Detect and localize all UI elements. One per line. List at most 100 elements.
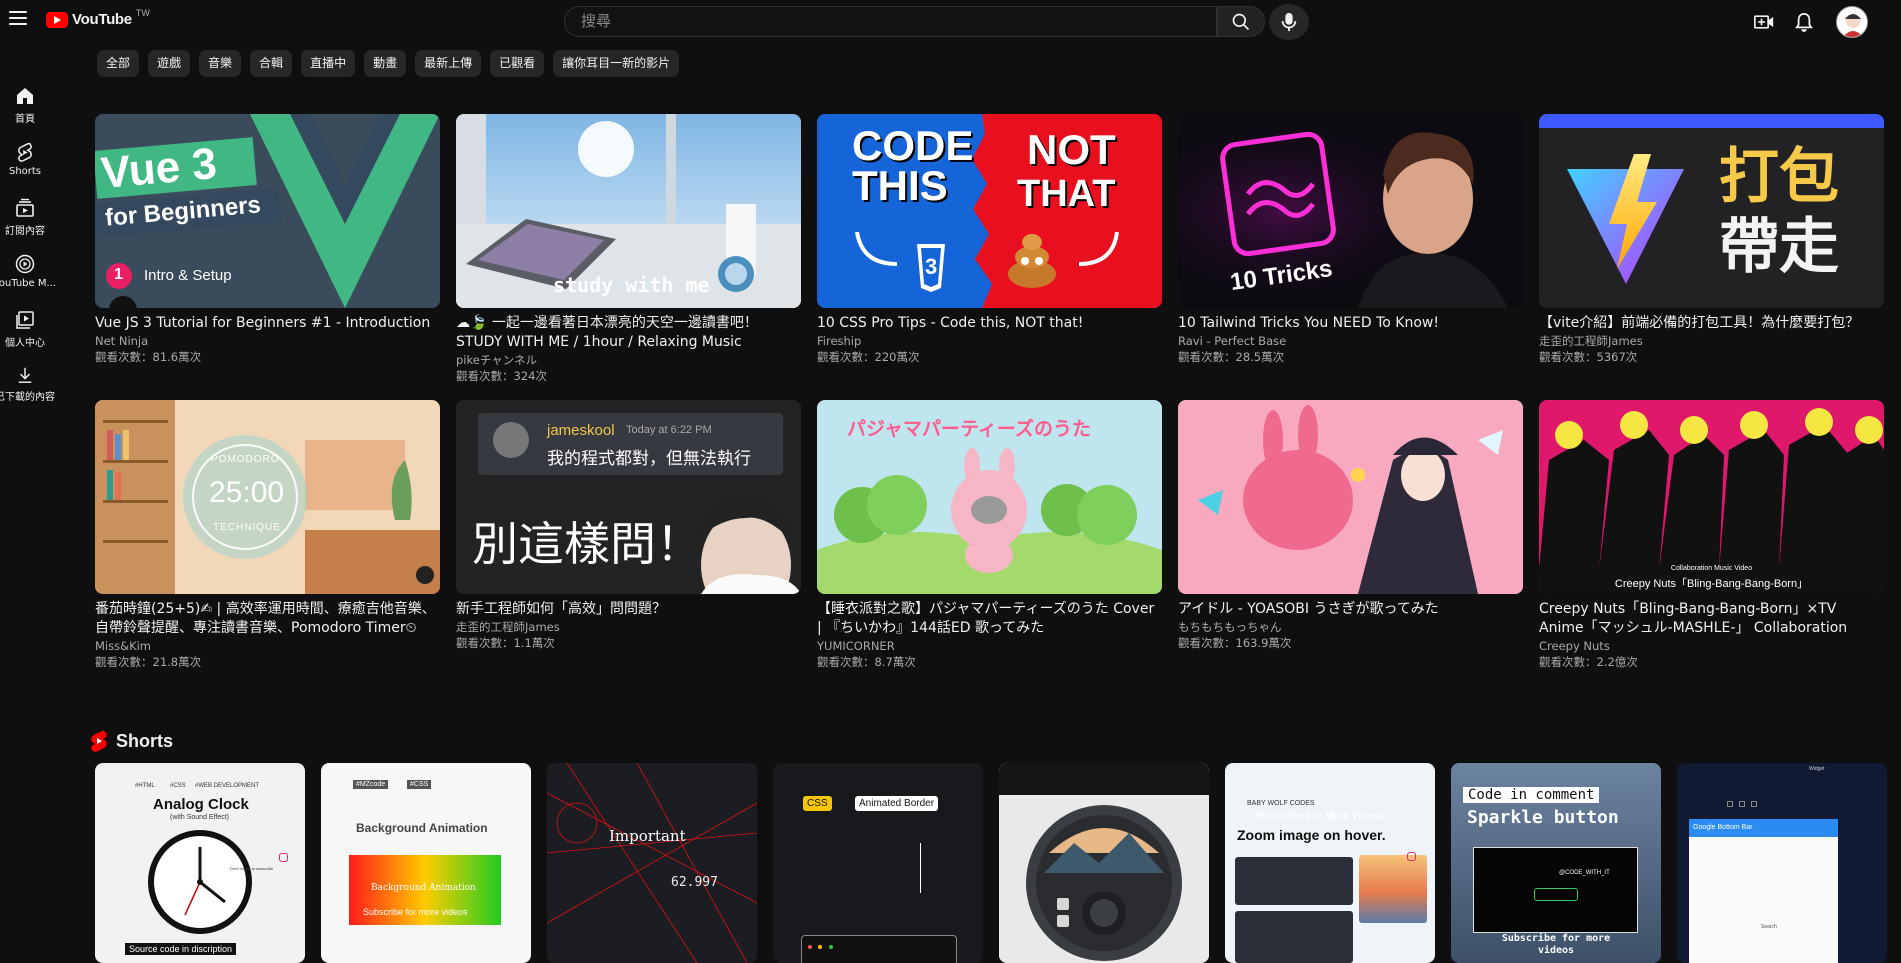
chip-mixes[interactable]: 合輯: [250, 50, 293, 77]
video-card[interactable]: study with me ☁🍃 一起一邊看著日本漂亮的天空一邊讀書吧！STUD…: [456, 114, 801, 384]
short-card[interactable]: Important 62.997: [547, 763, 757, 963]
video-card[interactable]: パジャマパーティーズのうた 【睡衣派對之歌】パジャマパーティーズのうた Cove…: [817, 400, 1162, 670]
thumbnail-text: TECHNIQUE: [213, 522, 281, 533]
chip-all[interactable]: 全部: [97, 50, 140, 77]
short-text: Zoom image on hover.: [1237, 827, 1386, 843]
video-card[interactable]: jameskool Today at 6:22 PM 我的程式都對，但無法執行 …: [456, 400, 801, 651]
voice-search-button[interactable]: [1269, 4, 1309, 40]
view-count: 觀看次數：8.7萬次: [817, 655, 916, 669]
app-bar: Google Bottom Bar: [1689, 819, 1838, 837]
channel-name[interactable]: もちもちもっちゃん: [1178, 619, 1523, 635]
short-card[interactable]: CSS Animated Border: [773, 763, 983, 963]
account-avatar[interactable]: [1836, 6, 1868, 38]
video-title[interactable]: アイドル - YOASOBI うさぎが歌ってみた: [1178, 600, 1523, 619]
channel-name[interactable]: Net Ninja: [95, 333, 440, 349]
video-thumbnail[interactable]: パジャマパーティーズのうた: [817, 400, 1162, 594]
menu-icon[interactable]: [8, 8, 28, 28]
video-thumbnail[interactable]: CODE THIS NOT THAT 3: [817, 114, 1162, 308]
view-count: 觀看次數：21.8萬次: [95, 655, 202, 669]
video-thumbnail[interactable]: POMODORO 25:00 TECHNIQUE: [95, 400, 440, 594]
chip-animation[interactable]: 動畫: [364, 50, 407, 77]
sidebar-item-library[interactable]: 個人中心: [0, 290, 50, 349]
search-input[interactable]: 搜尋: [564, 6, 1217, 37]
channel-name[interactable]: 走歪的工程師James: [1539, 333, 1884, 349]
video-title[interactable]: 【睡衣派對之歌】パジャマパーティーズのうた Cover | 『ちいかわ』144話…: [817, 600, 1162, 638]
channel-name[interactable]: Miss&Kim: [95, 638, 440, 654]
download-icon: [14, 366, 36, 384]
youtube-play-icon: [46, 11, 68, 28]
top-bar: VouTube TW 搜尋: [0, 0, 1901, 44]
video-thumbnail[interactable]: Vue 3 for Beginners 1 Intro & Setup: [95, 114, 440, 308]
filter-chips-bar: 全部 遊戲 音樂 合輯 直播中 動畫 最新上傳 已觀看 讓你耳目一新的影片: [97, 50, 680, 77]
create-video-icon[interactable]: [1752, 10, 1776, 34]
video-card[interactable]: Collaboration Music Video Creepy Nuts「Bl…: [1539, 400, 1884, 670]
youtube-logo[interactable]: VouTube TW: [46, 8, 150, 28]
video-thumbnail[interactable]: 10 Tricks: [1178, 114, 1523, 308]
search-button[interactable]: [1217, 6, 1265, 37]
chip-watched[interactable]: 已觀看: [490, 50, 545, 77]
sidebar-item-shorts[interactable]: Shorts: [0, 122, 50, 177]
video-title[interactable]: Vue JS 3 Tutorial for Beginners #1 - Int…: [95, 314, 440, 333]
short-card[interactable]: Code in comment Sparkle button @CODE_WIT…: [1451, 763, 1661, 963]
video-thumbnail[interactable]: Collaboration Music Video Creepy Nuts「Bl…: [1539, 400, 1884, 594]
short-text: Subscribe For More Videos: [1255, 811, 1385, 822]
video-card[interactable]: 打包 帶走 【vite介紹】前端必備的打包工具！為什麼要打包？ 走歪的工程師Ja…: [1539, 114, 1884, 365]
channel-name[interactable]: Creepy Nuts: [1539, 638, 1884, 654]
chip-new-to-you[interactable]: 讓你耳目一新的影片: [553, 50, 680, 77]
channel-name[interactable]: pikeチャンネル: [456, 352, 801, 368]
video-thumbnail[interactable]: jameskool Today at 6:22 PM 我的程式都對，但無法執行 …: [456, 400, 801, 594]
search-icon: [1232, 13, 1250, 30]
shorts-section-header: Shorts: [90, 730, 173, 752]
chip-live[interactable]: 直播中: [301, 50, 356, 77]
thumbnail-text: NOT: [1027, 126, 1116, 173]
radio-device-illustration: [999, 763, 1209, 963]
video-card[interactable]: アイドル - YOASOBI うさぎが歌ってみた もちもちもっちゃん 觀看次數：…: [1178, 400, 1523, 651]
video-thumbnail[interactable]: [1178, 400, 1523, 594]
video-title[interactable]: Creepy Nuts「Bling-Bang-Bang-Born」×TV Ani…: [1539, 600, 1884, 638]
logo-text: VouTube: [72, 11, 132, 28]
short-text: @CODE_WITH_IT: [1559, 870, 1610, 876]
video-thumbnail[interactable]: 打包 帶走: [1539, 114, 1884, 308]
channel-name[interactable]: YUMICORNER: [817, 638, 1162, 654]
view-count: 觀看次數：1.1萬次: [456, 636, 555, 650]
sidebar-item-subscriptions[interactable]: 訂閱內容: [0, 178, 50, 237]
thumbnail-text: CODE: [852, 122, 974, 169]
video-title[interactable]: 番茄時鐘(25+5)✍ | 高效率運用時間、療癒吉他音樂、自帶鈴聲提醒、專注讀書…: [95, 600, 440, 638]
sidebar-item-home[interactable]: 首頁: [0, 66, 50, 125]
video-card[interactable]: POMODORO 25:00 TECHNIQUE 番茄時鐘(25+5)✍ | 高…: [95, 400, 440, 670]
chip-music[interactable]: 音樂: [199, 50, 242, 77]
chip-gaming[interactable]: 遊戲: [148, 50, 191, 77]
short-text: Background Animation: [371, 883, 476, 893]
short-card[interactable]: BABY WOLF CODES Subscribe For More Video…: [1225, 763, 1435, 963]
short-text: Sparkle button: [1467, 807, 1619, 828]
sidebar-item-downloads[interactable]: 已下載的內容: [0, 346, 55, 403]
notifications-bell-icon[interactable]: [1792, 10, 1816, 34]
short-card[interactable]: Widget Google Bottom Bar Search: [1677, 763, 1887, 963]
video-card[interactable]: 10 Tricks 10 Tailwind Tricks You NEED To…: [1178, 114, 1523, 365]
code-window: [1235, 911, 1353, 963]
short-card[interactable]: #HTML #CSS #WEB DEVELOPMENT Analog Clock…: [95, 763, 305, 963]
sidebar-item-label: 已下載的內容: [0, 392, 55, 403]
small-icon: [1739, 801, 1745, 807]
video-thumbnail[interactable]: study with me: [456, 114, 801, 308]
view-count: 觀看次數：2.2億次: [1539, 655, 1638, 669]
sidebar-item-youtube-music[interactable]: YouTube M...: [0, 234, 56, 289]
video-title[interactable]: ☁🍃 一起一邊看著日本漂亮的天空一邊讀書吧！STUDY WITH ME / 1h…: [456, 314, 801, 352]
short-card[interactable]: [999, 763, 1209, 963]
channel-name[interactable]: Ravi - Perfect Base: [1178, 333, 1523, 349]
video-title[interactable]: 10 CSS Pro Tips - Code this, NOT that!: [817, 314, 1162, 333]
thumbnail-text: 帶走: [1719, 212, 1839, 282]
thumbnail-text: 我的程式都對，但無法執行: [547, 449, 751, 469]
video-card[interactable]: Vue 3 for Beginners 1 Intro & Setup Vue …: [95, 114, 440, 365]
channel-name[interactable]: Fireship: [817, 333, 1162, 349]
home-icon: [14, 86, 36, 106]
video-title[interactable]: 新手工程師如何「高效」問問題？: [456, 600, 801, 619]
video-title[interactable]: 10 Tailwind Tricks You NEED To Know!: [1178, 314, 1523, 333]
video-card[interactable]: CODE THIS NOT THAT 3 10 CSS Pro Tips - C…: [817, 114, 1162, 365]
short-card[interactable]: #MZcode #CSS Background Animation Backgr…: [321, 763, 531, 963]
thumbnail-text: 打包: [1719, 142, 1839, 212]
channel-name[interactable]: 走歪的工程師James: [456, 619, 801, 635]
chip-recently-uploaded[interactable]: 最新上傳: [415, 50, 482, 77]
video-title[interactable]: 【vite介紹】前端必備的打包工具！為什麼要打包？: [1539, 314, 1884, 333]
view-count: 觀看次數：81.6萬次: [95, 350, 202, 364]
